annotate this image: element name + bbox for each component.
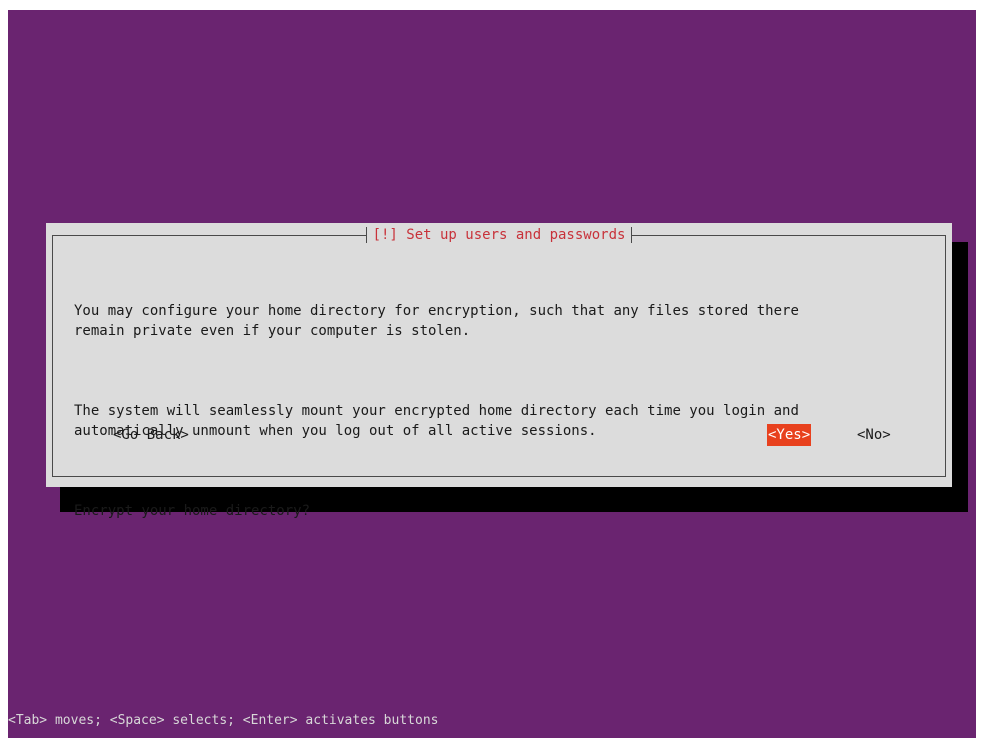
dialog-body: You may configure your home directory fo… <box>74 261 934 581</box>
encrypt-question: Encrypt your home directory? <box>74 503 311 519</box>
yes-button[interactable]: <Yes> <box>767 424 812 446</box>
encryption-description: You may configure your home directory fo… <box>74 303 799 339</box>
setup-users-dialog: [!] Set up users and passwords You may c… <box>46 223 952 519</box>
installer-screen: [!] Set up users and passwords You may c… <box>8 10 976 738</box>
go-back-button[interactable]: <Go Back> <box>112 424 190 446</box>
dialog-title: [!] Set up users and passwords <box>365 227 633 243</box>
no-button[interactable]: <No> <box>856 424 892 446</box>
dialog-buttons: <Go Back> <Yes> <No> <box>46 424 952 446</box>
dialog-title-bar: [!] Set up users and passwords <box>46 225 952 245</box>
keyboard-hint: <Tab> moves; <Space> selects; <Enter> ac… <box>8 713 439 728</box>
